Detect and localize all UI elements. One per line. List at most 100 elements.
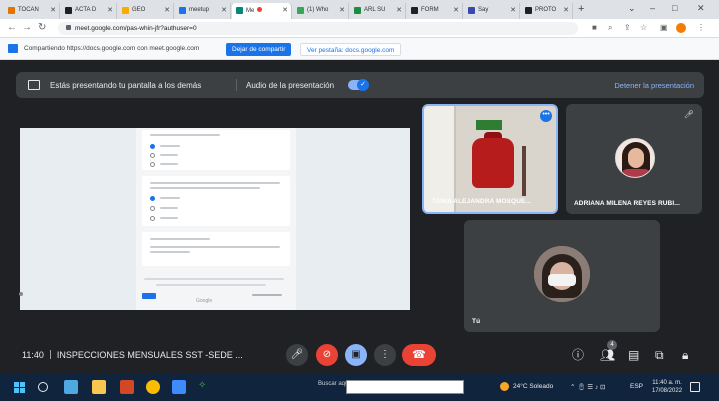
tab-search-icon[interactable]: ⌄ [628,3,636,14]
chrome-icon[interactable] [146,380,160,394]
close-tab-icon[interactable]: ✕ [221,6,227,14]
people-icon[interactable]: 👥︎ [600,348,615,362]
close-tab-icon[interactable]: ✕ [563,6,569,14]
app-icon[interactable]: ✧ [198,380,212,394]
browser-menu-icon[interactable]: ⋮ [697,23,705,33]
present-icon: ▣ [351,349,361,360]
close-window-icon[interactable]: ✕ [697,3,705,14]
mic-icon: 🎤︎ [290,349,304,360]
browser-tab[interactable]: meetup ✕ [175,3,231,19]
google-forms-logo: Google [196,298,213,304]
mic-button[interactable]: 🎤︎ [286,344,308,366]
self-tile[interactable]: Tú [464,220,660,332]
meeting-control-bar: 11:40 INSPECCIONES MENSUALES SST -SEDE ..… [0,336,719,374]
meeting-info: 11:40 INSPECCIONES MENSUALES SST -SEDE ..… [22,350,243,360]
form-submit-button [142,293,156,299]
notifications-icon[interactable] [690,382,700,392]
speaking-indicator-icon: ••• [540,110,552,122]
participant-tile[interactable]: ••• TANIA ALEJANDRA MOSQUE... [422,104,558,214]
system-tray-icons[interactable]: ⌃ 🔋︎ ☰ ♪ ⊡ [570,383,605,391]
bookmark-star-icon[interactable]: ☆ [640,23,647,33]
share-screen-icon [8,44,18,53]
browser-tab[interactable]: PROTO ✕ [521,3,573,19]
browser-tab[interactable]: FORM ✕ [407,3,463,19]
taskbar-search-input[interactable] [346,380,464,394]
camera-button[interactable]: ⊘ [316,344,338,366]
close-tab-icon[interactable]: ✕ [282,6,288,14]
participant-tile[interactable]: 🎤︎ ADRIANA MILENA REYES RUBI... [566,104,702,214]
stop-sharing-button[interactable]: Dejar de compartir [226,43,292,56]
shared-document-preview: Google [20,128,410,310]
new-tab-button[interactable]: + [578,3,584,15]
windows-start-icon[interactable] [14,382,25,393]
back-icon[interactable]: ← [7,22,17,34]
tab-favicon-icon [179,7,186,14]
meeting-title: INSPECCIONES MENSUALES SST -SEDE ... [56,350,243,360]
weather-text[interactable]: 24°C Soleado [513,383,553,390]
tab-favicon-icon [8,7,15,14]
camera-off-icon: ⊘ [322,349,332,360]
tab-favicon-icon [236,7,243,14]
more-icon: ⋮ [380,349,390,360]
browser-tab[interactable]: ARL SU ✕ [350,3,406,19]
profile-avatar[interactable] [676,23,686,33]
chat-icon[interactable]: ▤ [628,348,639,362]
host-controls-icon[interactable]: 🔒︎ [682,348,688,362]
tab-favicon-icon [297,7,304,14]
tile-options-icon[interactable] [19,292,23,296]
meeting-time: 11:40 [22,350,44,360]
browser-tab[interactable]: (1) Who ✕ [293,3,349,19]
present-button[interactable]: ▣ [345,344,367,366]
language-indicator[interactable]: ESP [630,383,643,390]
end-call-button[interactable]: ☎︎ [402,344,436,366]
recording-dot-icon [257,7,263,12]
browser-tab-active[interactable]: Me ✕ [232,3,292,19]
share-icon[interactable]: ⇪ [624,23,631,33]
info-icon[interactable]: ⓘ [572,348,584,362]
zoom-icon[interactable]: ⌕ [608,23,612,33]
browser-tab[interactable]: Say ✕ [464,3,520,19]
view-tab-button[interactable]: Ver pestaña: docs.google.com [300,43,402,56]
tab-favicon-icon [411,7,418,14]
app-icon[interactable] [172,380,186,394]
browser-tab[interactable]: TOCAN ✕ [4,3,60,19]
divider [236,79,237,91]
camera-in-use-icon[interactable]: ■ [592,23,597,33]
tab-favicon-icon [525,7,532,14]
more-options-button[interactable]: ⋮ [374,344,396,366]
present-screen-icon [28,80,40,90]
sidebar-icon[interactable]: ▣ [660,23,668,33]
maximize-icon[interactable]: □ [672,3,677,13]
forward-icon[interactable]: → [22,22,32,34]
close-tab-icon[interactable]: ✕ [50,6,56,14]
activities-icon[interactable]: ⧉ [655,348,664,362]
taskbar-clock[interactable]: 11:40 a. m. 17/08/2022 [652,379,682,395]
browser-tab[interactable]: ACTA D ✕ [61,3,117,19]
search-icon[interactable] [38,382,48,392]
sharing-infobar: Compartiendo https://docs.google.com con… [0,38,719,60]
close-tab-icon[interactable]: ✕ [339,6,345,14]
file-explorer-icon[interactable] [92,380,106,394]
address-bar: ← → ↻ meet.google.com/pas-whin-jfr?authu… [0,19,719,38]
browser-tab[interactable]: GEO ✕ [118,3,174,19]
windows-taskbar: ✧ Buscar aquí 24°C Soleado ⌃ 🔋︎ ☰ ♪ ⊡ ES… [0,374,719,401]
task-view-icon[interactable] [64,380,78,394]
presentation-audio-toggle[interactable]: ✓ [348,79,369,91]
shared-screen-tile: Google [16,104,414,310]
presenting-banner: Estás presentando tu pantalla a los demá… [16,72,704,98]
weather-icon[interactable] [500,382,509,391]
form-question-card [142,176,290,226]
form-text-card [142,232,290,266]
close-tab-icon[interactable]: ✕ [453,6,459,14]
close-tab-icon[interactable]: ✕ [107,6,113,14]
minimize-icon[interactable]: – [650,3,655,13]
url-field[interactable]: meet.google.com/pas-whin-jfr?authuser=0 [58,22,578,35]
powerpoint-icon[interactable] [120,380,134,394]
close-tab-icon[interactable]: ✕ [510,6,516,14]
close-tab-icon[interactable]: ✕ [396,6,402,14]
participant-video [424,106,556,212]
participant-name: ADRIANA MILENA REYES RUBI... [574,200,680,207]
stop-presenting-button[interactable]: Detener la presentación [614,81,694,90]
close-tab-icon[interactable]: ✕ [164,6,170,14]
reload-icon[interactable]: ↻ [38,22,46,34]
